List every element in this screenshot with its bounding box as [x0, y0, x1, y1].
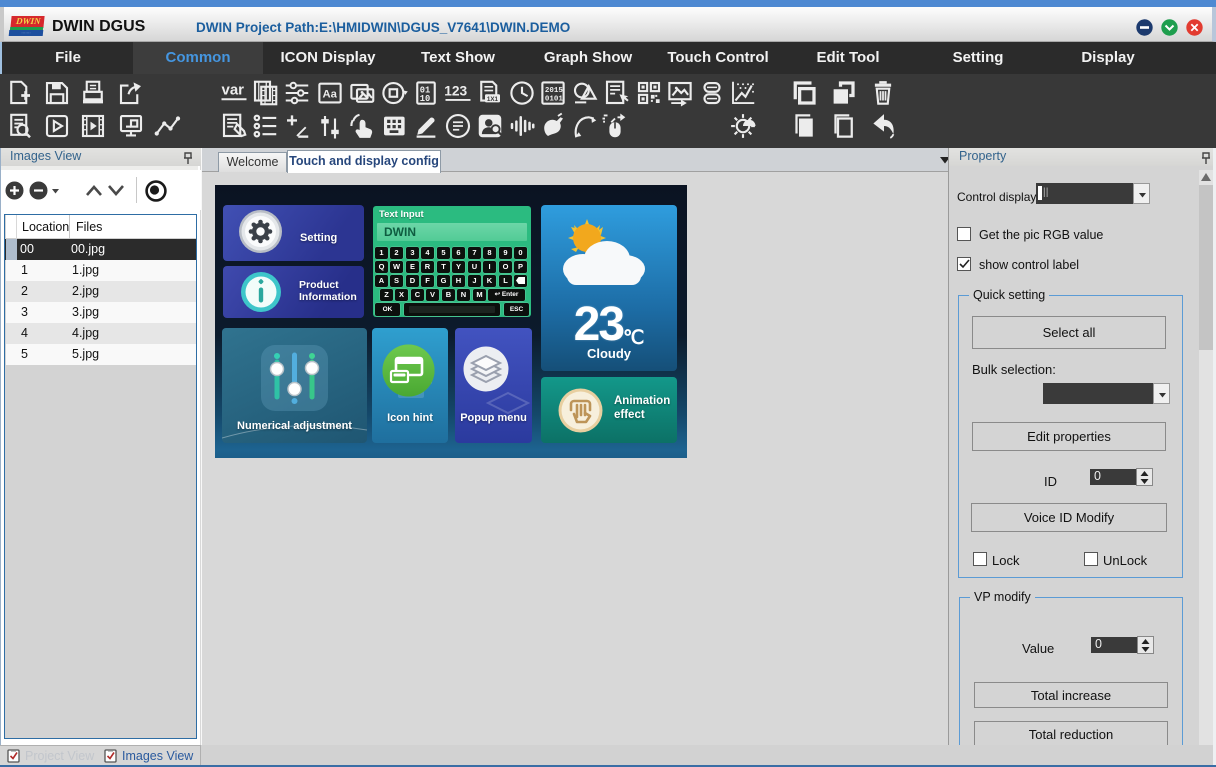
svg-text:1X1: 1X1: [487, 96, 499, 103]
svg-text:10: 10: [420, 94, 431, 104]
svg-text:2015: 2015: [545, 87, 564, 95]
svg-text:123: 123: [444, 84, 467, 99]
svg-text:Aa: Aa: [323, 88, 338, 100]
svg-text:var: var: [222, 81, 245, 98]
svg-text:0101: 0101: [545, 96, 564, 104]
